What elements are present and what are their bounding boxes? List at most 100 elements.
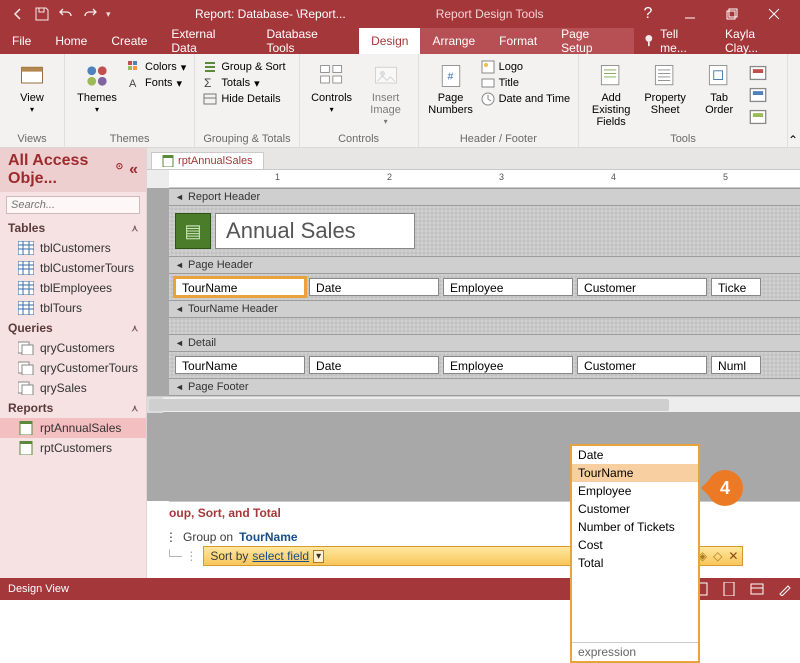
sort-field-dropdown-icon[interactable]: ▾ <box>313 550 324 563</box>
save-icon[interactable] <box>34 6 50 22</box>
gst-group-line[interactable]: ⋮ Group on TourName <box>165 530 800 544</box>
section-tourname-header[interactable]: ◄TourName Header <box>169 300 800 318</box>
nav-item-tblcustomers[interactable]: tblCustomers <box>0 238 146 258</box>
section-page-footer[interactable]: ◄Page Footer <box>169 378 800 396</box>
nav-item-rptannualsales[interactable]: rptAnnualSales <box>0 418 146 438</box>
header-tickets[interactable]: Ticke <box>711 278 761 296</box>
restore-button[interactable] <box>712 0 752 28</box>
tab-arrange[interactable]: Arrange <box>420 28 487 54</box>
horizontal-scrollbar[interactable]: ◄ ► <box>147 396 800 412</box>
tab-format[interactable]: Format <box>487 28 549 54</box>
nav-item-qrysales[interactable]: qrySales <box>0 378 146 398</box>
detail-customer[interactable]: Customer <box>577 356 707 374</box>
tab-file[interactable]: File <box>0 28 43 54</box>
help-button[interactable]: ? <box>628 0 668 28</box>
header-employee[interactable]: Employee <box>443 278 573 296</box>
tab-order-button[interactable]: Tab Order <box>695 58 743 116</box>
nav-item-qrycustomertours[interactable]: qryCustomerTours <box>0 358 146 378</box>
date-time-button[interactable]: Date and Time <box>481 92 571 106</box>
gst-delete-icon[interactable]: ✕ <box>728 549 738 563</box>
popup-item-employee[interactable]: Employee <box>572 482 698 500</box>
report-logo[interactable]: ▤ <box>175 213 211 249</box>
nav-group-reports[interactable]: Reports⋏ <box>0 398 146 418</box>
tell-me[interactable]: Tell me... <box>634 28 715 54</box>
design-canvas[interactable]: ◄Report Header ▤ Annual Sales ◄Page Head… <box>147 188 800 501</box>
convert-macros-icon[interactable] <box>749 108 767 126</box>
colors-button[interactable]: Colors ▾ <box>127 60 186 74</box>
print-preview-icon[interactable] <box>722 582 736 596</box>
redo-icon[interactable] <box>82 6 98 22</box>
fonts-button[interactable]: AFonts ▾ <box>127 76 186 90</box>
layout-view-icon[interactable] <box>750 582 764 596</box>
svg-text:#: # <box>447 71 453 83</box>
popup-item-date[interactable]: Date <box>572 446 698 464</box>
header-date[interactable]: Date <box>309 278 439 296</box>
detail-employee[interactable]: Employee <box>443 356 573 374</box>
controls-gallery[interactable]: Controls▾ <box>308 58 356 115</box>
tab-database-tools[interactable]: Database Tools <box>254 28 359 54</box>
design-view-icon[interactable] <box>778 582 792 596</box>
navigation-pane: All Access Obje... ⊙« Tables⋏ tblCustome… <box>0 148 147 578</box>
report-title-control[interactable]: Annual Sales <box>215 213 415 249</box>
header-tourname[interactable]: TourName <box>175 278 305 296</box>
gst-move-down-icon[interactable]: ◇ <box>713 549 722 563</box>
logo-button[interactable]: Logo <box>481 60 571 74</box>
subreport-icon[interactable] <box>749 64 767 82</box>
view-code-icon[interactable] <box>749 86 767 104</box>
popup-item-customer[interactable]: Customer <box>572 500 698 518</box>
tab-create[interactable]: Create <box>99 28 159 54</box>
popup-item-total[interactable]: Total <box>572 554 698 572</box>
account-user[interactable]: Kayla Clay... <box>715 28 800 54</box>
group-sort-button[interactable]: Group & Sort <box>203 60 285 74</box>
close-button[interactable] <box>754 0 794 28</box>
section-page-header[interactable]: ◄Page Header <box>169 256 800 274</box>
ribbon: View▾ Views Themes▾ Colors ▾ AFonts ▾ Th… <box>0 54 800 148</box>
property-sheet-button[interactable]: Property Sheet <box>641 58 689 116</box>
undo-icon[interactable] <box>58 6 74 22</box>
collapse-ribbon-icon[interactable]: ⌃ <box>788 129 800 147</box>
section-detail[interactable]: ◄Detail <box>169 334 800 352</box>
nav-dropdown-icon[interactable]: ⊙ <box>116 161 124 179</box>
nav-item-qrycustomers[interactable]: qryCustomers <box>0 338 146 358</box>
nav-group-queries[interactable]: Queries⋏ <box>0 318 146 338</box>
view-button[interactable]: View▾ <box>8 58 56 115</box>
page-numbers-button[interactable]: # Page Numbers <box>427 58 475 116</box>
header-customer[interactable]: Customer <box>577 278 707 296</box>
nav-search <box>0 192 146 218</box>
group-controls: Controls▾ Insert Image▾ Controls <box>300 54 419 147</box>
sort-field-select[interactable]: select field <box>252 549 309 563</box>
nav-group-tables[interactable]: Tables⋏ <box>0 218 146 238</box>
popup-item-numtickets[interactable]: Number of Tickets <box>572 518 698 536</box>
hide-details-button[interactable]: Hide Details <box>203 92 285 106</box>
nav-left-icon[interactable] <box>10 6 26 22</box>
add-existing-fields-button[interactable]: Add Existing Fields <box>587 58 635 128</box>
tab-external-data[interactable]: External Data <box>159 28 254 54</box>
detail-tourname[interactable]: TourName <box>175 356 305 374</box>
tab-design[interactable]: Design <box>359 28 420 54</box>
nav-item-rptcustomers[interactable]: rptCustomers <box>0 438 146 458</box>
totals-button[interactable]: ΣTotals ▾ <box>203 76 285 90</box>
popup-item-cost[interactable]: Cost <box>572 536 698 554</box>
insert-image-button[interactable]: Insert Image▾ <box>362 58 410 127</box>
minimize-button[interactable] <box>670 0 710 28</box>
nav-collapse-icon[interactable]: « <box>129 161 138 179</box>
document-tab-rptannualsales[interactable]: rptAnnualSales <box>151 152 264 169</box>
status-text: Design View <box>8 583 69 595</box>
nav-item-tblemployees[interactable]: tblEmployees <box>0 278 146 298</box>
report-icon <box>162 155 174 167</box>
detail-numtickets[interactable]: Numl <box>711 356 761 374</box>
detail-date[interactable]: Date <box>309 356 439 374</box>
section-report-header[interactable]: ◄Report Header <box>169 188 800 206</box>
title-button[interactable]: Title <box>481 76 571 90</box>
nav-item-tbltours[interactable]: tblTours <box>0 298 146 318</box>
popup-expression[interactable]: expression <box>572 642 698 661</box>
search-input[interactable] <box>6 196 140 214</box>
themes-button[interactable]: Themes▾ <box>73 58 121 115</box>
nav-item-tblcustomertours[interactable]: tblCustomerTours <box>0 258 146 278</box>
gst-title: Group, Sort, and Total <box>147 502 800 524</box>
tab-home[interactable]: Home <box>43 28 99 54</box>
nav-header[interactable]: All Access Obje... ⊙« <box>0 148 146 192</box>
popup-item-tourname[interactable]: TourName <box>572 464 698 482</box>
tab-page-setup[interactable]: Page Setup <box>549 28 634 54</box>
field-list-popup: Date TourName Employee Customer Number o… <box>570 444 700 663</box>
